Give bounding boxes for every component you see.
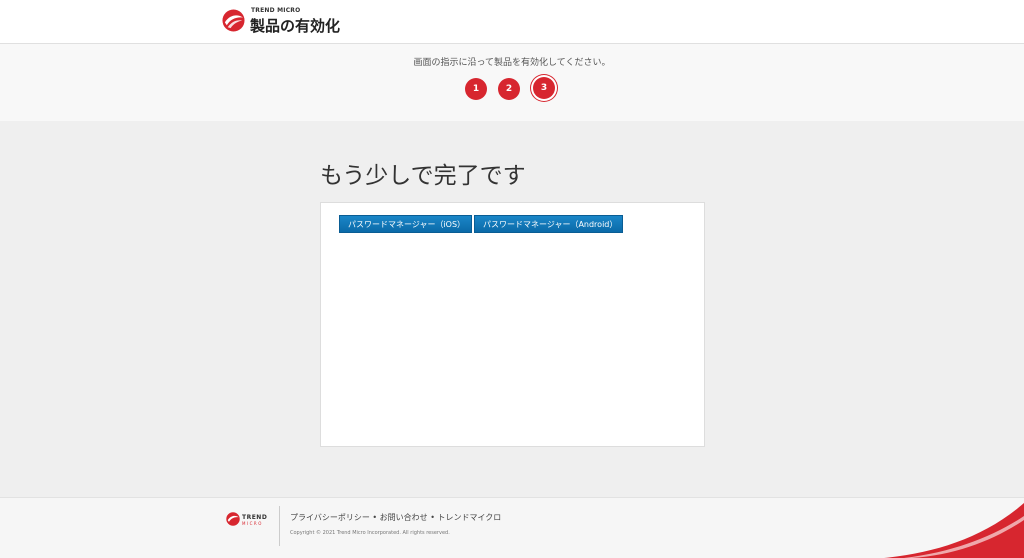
password-manager-android-button[interactable]: パスワードマネージャー（Android） <box>474 215 623 233</box>
copyright-text: Copyright © 2021 Trend Micro Incorporate… <box>290 530 450 536</box>
steps-area: 画面の指示に沿って製品を有効化してください。 1 2 3 <box>0 44 1024 121</box>
trend-micro-logo-icon <box>226 512 240 526</box>
trend-micro-link[interactable]: トレンドマイクロ <box>437 513 501 522</box>
header: TREND MICRO 製品の有効化 <box>0 0 1024 44</box>
brand-name: TREND MICRO <box>251 7 301 14</box>
footer-divider <box>279 506 280 546</box>
step-pointer <box>536 113 552 121</box>
instruction-text: 画面の指示に沿って製品を有効化してください。 <box>413 58 611 68</box>
footer-logo-text: TREND <box>242 514 268 521</box>
trend-micro-logo-icon <box>222 9 245 32</box>
step-2[interactable]: 2 <box>498 78 520 100</box>
privacy-policy-link[interactable]: プライバシーポリシー <box>290 513 370 522</box>
decorative-swoosh <box>884 503 1024 558</box>
contact-link[interactable]: お問い合わせ <box>380 513 428 522</box>
footer-logo-sub: MICRO <box>242 521 263 526</box>
footer-links: プライバシーポリシー • お問い合わせ • トレンドマイクロ <box>290 512 501 523</box>
page-title: 製品の有効化 <box>250 17 341 35</box>
footer-separator: • <box>372 513 380 522</box>
footer: TREND MICRO プライバシーポリシー • お問い合わせ • トレンドマイ… <box>0 497 1024 558</box>
step-3-active[interactable]: 3 <box>533 77 555 99</box>
footer-logo: TREND MICRO <box>226 512 270 528</box>
main-title: もう少しで完了です <box>320 163 526 189</box>
step-1[interactable]: 1 <box>465 78 487 100</box>
password-manager-ios-button[interactable]: パスワードマネージャー（iOS） <box>339 215 472 233</box>
content-panel: パスワードマネージャー（iOS） パスワードマネージャー（Android） <box>320 202 705 447</box>
